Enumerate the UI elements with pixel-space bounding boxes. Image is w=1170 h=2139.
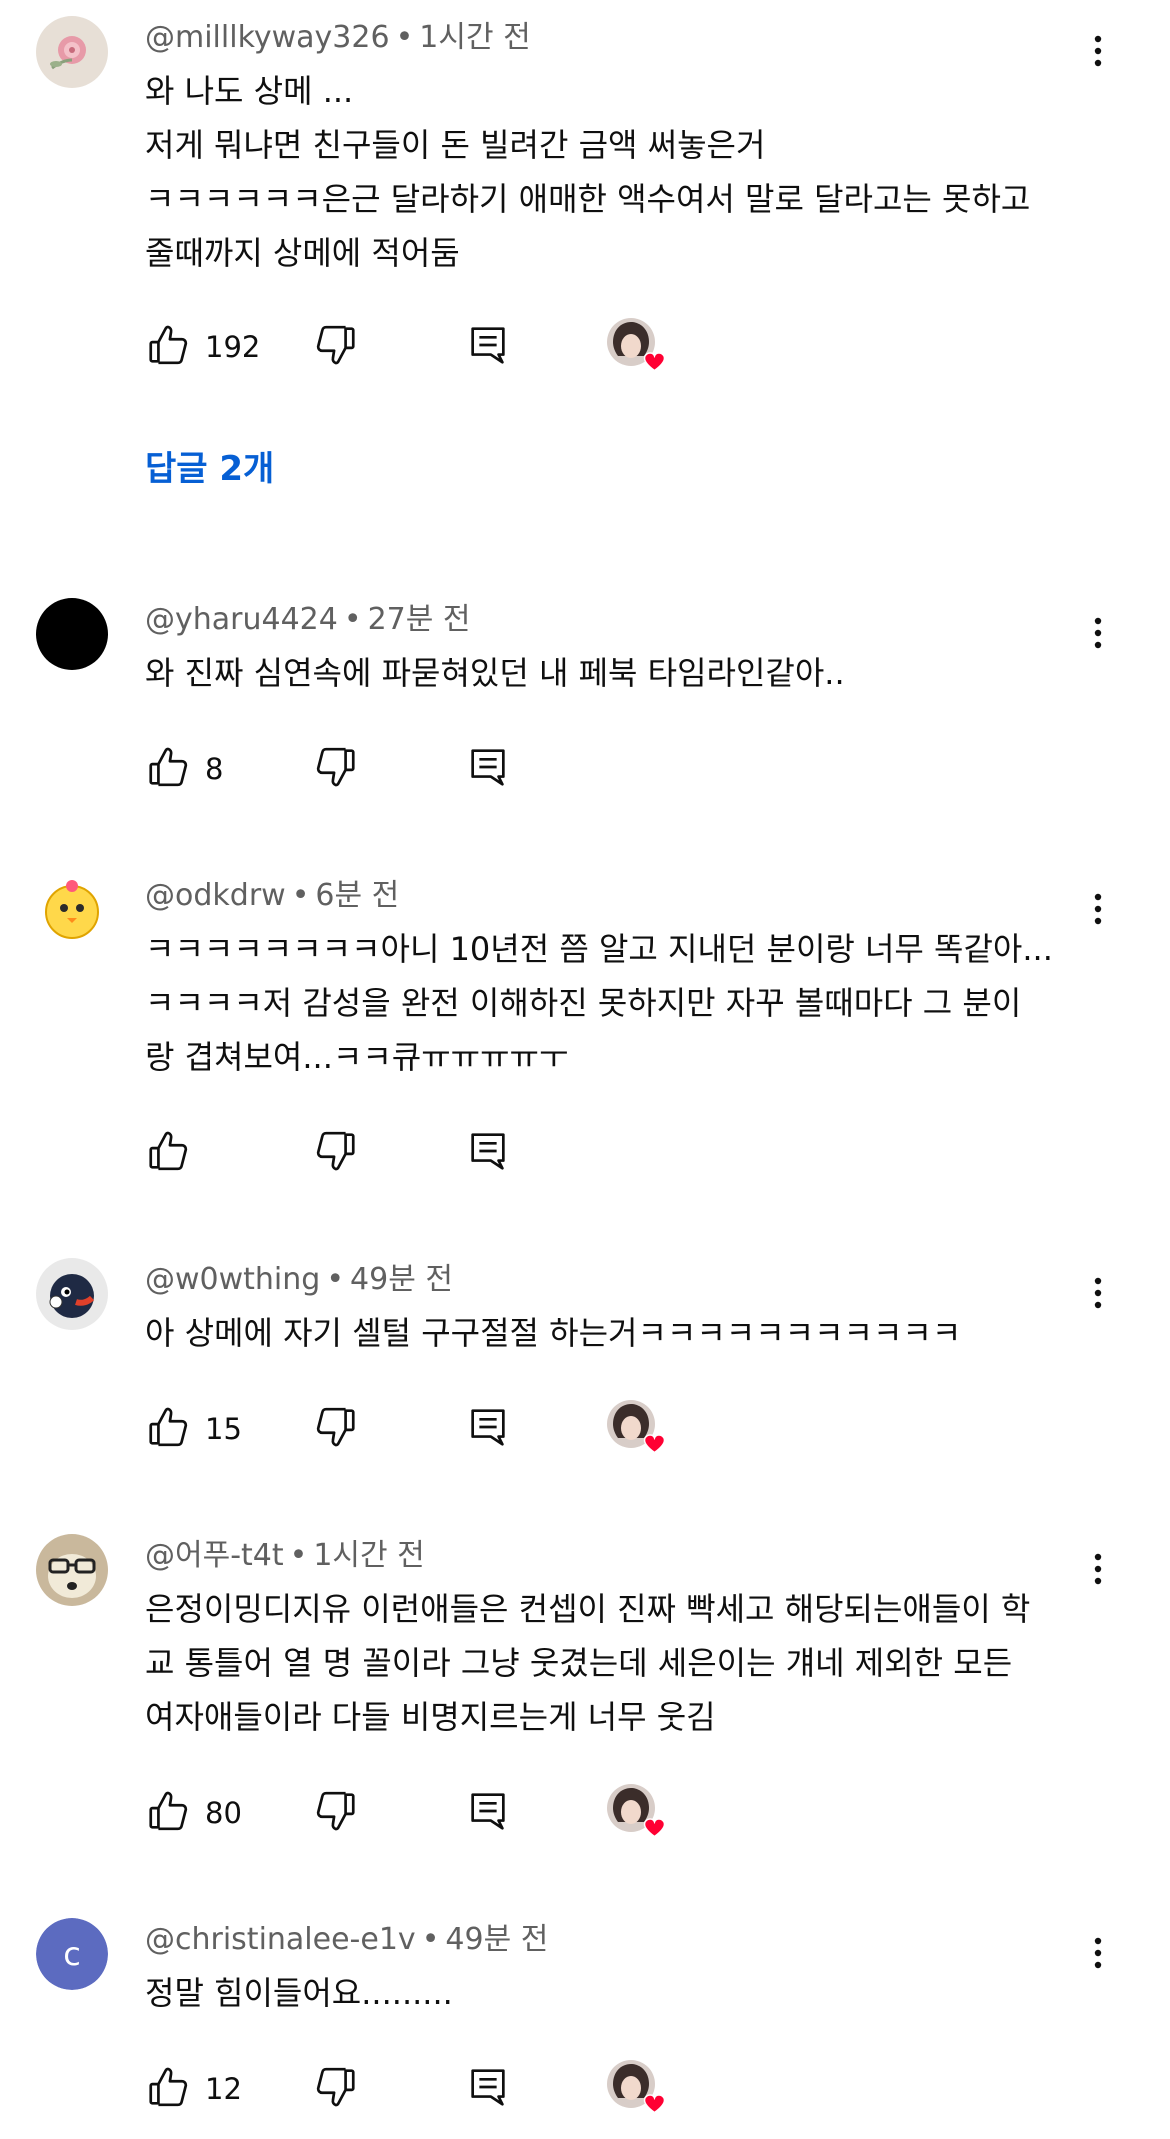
comment-actions [145, 1128, 845, 1178]
creator-heart-icon [605, 1398, 669, 1458]
comment-meta: @w0wthing • 49분 전 [145, 1262, 453, 1297]
avatar[interactable] [36, 598, 108, 670]
like-count: 15 [205, 1412, 242, 1446]
comment-meta: @christinalee-e1v • 49분 전 [145, 1922, 549, 1957]
dislike-button[interactable] [313, 2064, 359, 2114]
like-button[interactable] [145, 1788, 191, 1838]
comment-time: 1시간 전 [419, 20, 531, 55]
reply-icon [465, 1128, 511, 1174]
reply-button[interactable] [465, 1128, 511, 1178]
comment-text: 은정이밍디지유 이런애들은 컨셉이 진짜 빡세고 해당되는애들이 학 교 통틀어… [145, 1590, 1031, 1736]
comment-text: 아 상메에 자기 셀털 구구절절 하는거ㅋㅋㅋㅋㅋㅋㅋㅋㅋㅋㅋ [145, 1314, 962, 1352]
comment-meta: @milllkyway326 • 1시간 전 [145, 20, 531, 55]
dislike-button[interactable] [313, 1404, 359, 1454]
reply-button[interactable] [465, 322, 511, 372]
like-button[interactable] [145, 1404, 191, 1454]
dog-avatar-icon [36, 1534, 108, 1606]
thumbs-down-icon [313, 2064, 359, 2110]
thumbs-down-icon [313, 1128, 359, 1174]
avatar[interactable] [36, 1534, 108, 1606]
avatar[interactable]: c [36, 1918, 108, 1990]
comment-author[interactable]: @w0wthing [145, 1262, 320, 1297]
thumbs-up-icon [145, 744, 191, 790]
comment-actions: 8 [145, 744, 845, 794]
reply-icon [465, 1788, 511, 1834]
chick-avatar-icon [36, 874, 108, 946]
creator-heart-badge [605, 2058, 669, 2118]
black-avatar-icon [36, 598, 108, 670]
like-button[interactable] [145, 322, 191, 372]
comment-time: 27분 전 [367, 602, 471, 637]
thumbs-down-icon [313, 1788, 359, 1834]
reply-icon [465, 322, 511, 368]
like-count: 12 [205, 2072, 242, 2106]
like-button[interactable] [145, 744, 191, 794]
reply-icon [465, 744, 511, 790]
avatar[interactable] [36, 1258, 108, 1330]
comment-time: 1시간 전 [313, 1538, 425, 1573]
creator-heart-badge [605, 1782, 669, 1842]
reply-button[interactable] [465, 2064, 511, 2114]
letter-avatar: c [36, 1918, 108, 1990]
reply-button[interactable] [465, 1788, 511, 1838]
thumbs-up-icon [145, 1788, 191, 1834]
reply-icon [465, 1404, 511, 1450]
character-avatar-icon [36, 1258, 108, 1330]
comment-time: 6분 전 [315, 878, 400, 913]
comment-text: 정말 힘이들어요......... [145, 1974, 453, 2012]
creator-heart-badge [605, 316, 669, 376]
thumbs-up-icon [145, 1404, 191, 1450]
like-count: 80 [205, 1796, 242, 1830]
comment-author[interactable]: @odkdrw [145, 878, 286, 913]
reply-icon [465, 2064, 511, 2110]
comment-meta: @yharu4424 • 27분 전 [145, 602, 471, 637]
thumbs-down-icon [313, 1404, 359, 1450]
comment-meta: @odkdrw • 6분 전 [145, 878, 400, 913]
like-button[interactable] [145, 2064, 191, 2114]
creator-heart-badge [605, 1398, 669, 1458]
replies-toggle[interactable]: 답글 2개 [145, 447, 274, 491]
creator-heart-icon [605, 1782, 669, 1842]
comment-author[interactable]: @어푸-t4t [145, 1538, 284, 1573]
comment-actions: 12 [145, 2064, 845, 2114]
thumbs-down-icon [313, 744, 359, 790]
comment-author[interactable]: @milllkyway326 [145, 20, 390, 55]
like-count: 8 [205, 752, 224, 786]
dislike-button[interactable] [313, 322, 359, 372]
comment-text: 와 나도 상메 ... 저게 뭐냐면 친구들이 돈 빌려간 금액 써놓은거 ㅋㅋ… [145, 72, 1031, 272]
comment-actions: 80 [145, 1788, 845, 1838]
dislike-button[interactable] [313, 744, 359, 794]
like-count: 192 [205, 330, 261, 364]
dislike-button[interactable] [313, 1788, 359, 1838]
flower-avatar-icon [36, 16, 108, 88]
comment-author[interactable]: @christinalee-e1v [145, 1922, 416, 1957]
comment-author[interactable]: @yharu4424 [145, 602, 338, 637]
like-button[interactable] [145, 1128, 191, 1178]
comment-text: ㅋㅋㅋㅋㅋㅋㅋㅋ아니 10년전 쯤 알고 지내던 분이랑 너무 똑같아... ㅋ… [145, 930, 1053, 1076]
comment-actions: 192 [145, 322, 845, 372]
creator-heart-icon [605, 2058, 669, 2118]
thumbs-down-icon [313, 322, 359, 368]
avatar[interactable] [36, 874, 108, 946]
thumbs-up-icon [145, 2064, 191, 2110]
comment-text: 와 진짜 심연속에 파묻혀있던 내 페북 타임라인같아.. [145, 654, 845, 692]
dislike-button[interactable] [313, 1128, 359, 1178]
reply-button[interactable] [465, 1404, 511, 1454]
reply-button[interactable] [465, 744, 511, 794]
creator-heart-icon [605, 316, 669, 376]
thumbs-up-icon [145, 1128, 191, 1174]
comment-time: 49분 전 [350, 1262, 453, 1297]
comment-meta: @어푸-t4t • 1시간 전 [145, 1538, 425, 1573]
thumbs-up-icon [145, 322, 191, 368]
comment-time: 49분 전 [445, 1922, 549, 1957]
avatar[interactable] [36, 16, 108, 88]
comment-actions: 15 [145, 1404, 845, 1454]
